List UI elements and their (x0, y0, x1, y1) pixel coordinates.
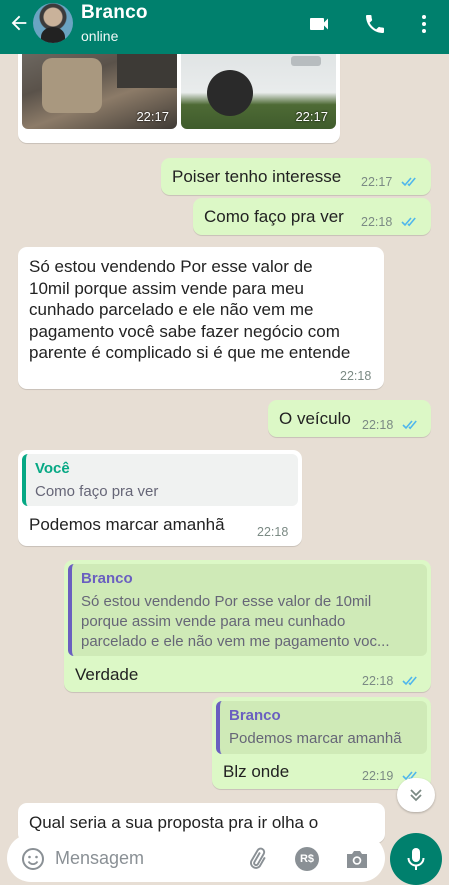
message-time: 22:18 (361, 215, 393, 229)
message-text: Podemos marcar amanhã (29, 515, 225, 534)
quoted-text-line: porque assim vende para meu cunhado (81, 613, 346, 630)
message-time: 22:18 (340, 369, 372, 383)
message-time: 22:18 (362, 674, 394, 688)
video-call-icon[interactable] (307, 12, 331, 36)
message-text: Poiser tenho interesse (172, 167, 342, 186)
photo-album-bubble: 22:17 22:17 (18, 54, 340, 143)
quoted-author: Você (35, 460, 70, 477)
quoted-message[interactable]: Você Como faço pra ver (22, 454, 298, 506)
emoji-icon[interactable] (21, 847, 45, 871)
contact-avatar[interactable] (33, 3, 73, 43)
message-input[interactable]: Mensagem (55, 848, 144, 869)
quoted-author: Branco (229, 707, 281, 724)
scroll-to-bottom-button[interactable] (397, 778, 435, 812)
message-text: Como faço pra ver (204, 207, 344, 226)
photo-time: 22:17 (295, 109, 328, 124)
message-text: Qual seria a sua proposta pra ir olha o (29, 813, 319, 832)
message-outgoing[interactable]: O veículo 22:18 (268, 400, 431, 437)
message-incoming-reply[interactable]: Você Como faço pra ver Podemos marcar am… (18, 450, 302, 546)
microphone-icon (407, 848, 425, 870)
message-outgoing-reply[interactable]: Branco Só estou vendendo Por esse valor … (64, 560, 431, 692)
car-interior-photo[interactable]: 22:17 (22, 54, 177, 129)
quoted-message[interactable]: Branco Só estou vendendo Por esse valor … (68, 564, 427, 656)
message-text: Blz onde (223, 762, 290, 781)
payment-button[interactable]: R$ (295, 847, 319, 871)
quoted-text-line: Só estou vendendo Por esse valor de 10mi… (81, 593, 372, 610)
contact-name[interactable]: Branco (81, 2, 148, 24)
message-time: 22:18 (362, 418, 394, 432)
read-ticks-icon (402, 676, 417, 686)
photo-time: 22:17 (136, 109, 169, 124)
message-input-bar[interactable]: Mensagem R$ (7, 834, 385, 882)
back-arrow-icon[interactable] (8, 12, 30, 34)
camera-icon[interactable] (344, 847, 370, 871)
message-text-line: cunhado parcelado e ele não vem me (29, 300, 314, 319)
message-incoming[interactable]: Só estou vendendo Por esse valor de 10mi… (18, 247, 384, 389)
quoted-message[interactable]: Branco Podemos marcar amanhã (216, 701, 427, 754)
double-chevron-down-icon (410, 789, 422, 802)
read-ticks-icon (401, 177, 416, 187)
contact-status: online (81, 28, 119, 44)
message-time: 22:19 (362, 769, 394, 783)
more-options-icon[interactable] (412, 12, 436, 36)
chat-area[interactable]: 22:17 22:17 Poiser tenho interesse 22:17… (0, 54, 449, 871)
message-text: O veículo (279, 409, 351, 428)
read-ticks-icon (401, 217, 416, 227)
message-time: 22:18 (257, 525, 289, 539)
message-text-line: Só estou vendendo Por esse valor de (29, 257, 313, 276)
message-time: 22:17 (361, 175, 393, 189)
car-exterior-photo[interactable]: 22:17 (181, 54, 336, 129)
voice-message-button[interactable] (390, 833, 442, 885)
message-outgoing[interactable]: Como faço pra ver 22:18 (193, 198, 431, 235)
message-text: Verdade (75, 665, 139, 684)
quoted-text-line: parcelado e ele não vem me pagamento voc… (81, 633, 390, 650)
message-outgoing-reply[interactable]: Branco Podemos marcar amanhã Blz onde 22… (212, 697, 431, 789)
message-text-line: 10mil porque assim vende para meu (29, 278, 304, 298)
read-ticks-icon (402, 420, 417, 430)
voice-call-icon[interactable] (363, 12, 387, 36)
quoted-author: Branco (81, 570, 133, 587)
message-text-line: parente é complicado si é que me entende (29, 343, 351, 362)
quoted-text: Podemos marcar amanhã (229, 730, 402, 747)
quoted-text: Como faço pra ver (35, 483, 159, 500)
attach-icon[interactable] (245, 847, 269, 871)
chat-header: Branco online (0, 0, 449, 54)
message-text-line: pagamento você sabe fazer negócio com (29, 321, 340, 341)
message-outgoing[interactable]: Poiser tenho interesse 22:17 (161, 158, 431, 195)
